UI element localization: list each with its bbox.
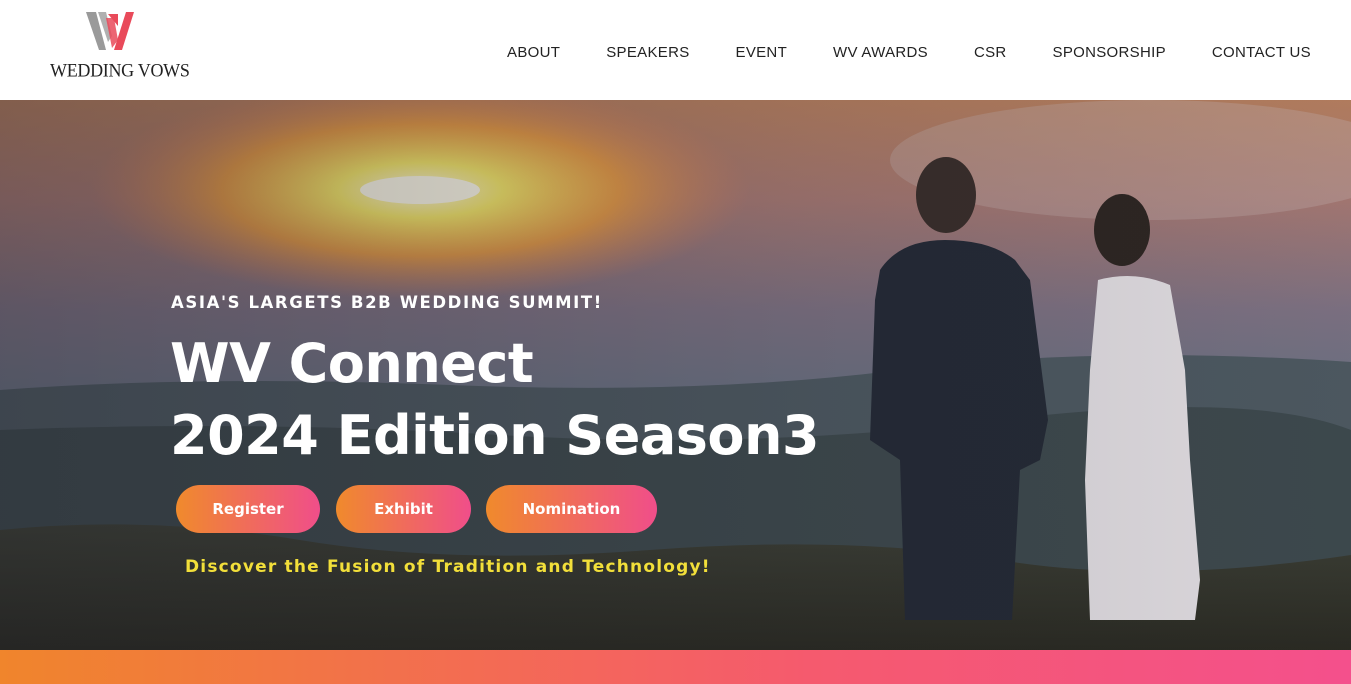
hero-tagline: Discover the Fusion of Tradition and Tec… [185, 557, 711, 577]
main-navigation: ABOUT SPEAKERS EVENT WV AWARDS CSR SPONS… [507, 44, 1311, 61]
exhibit-button[interactable]: Exhibit [336, 485, 471, 533]
logo-wordmark: WEDDING VOWS [50, 59, 190, 81]
wv-logo-mark-icon [86, 12, 134, 50]
hero-section: ASIA'S LARGETS B2B WEDDING SUMMIT! WV Co… [0, 100, 1351, 650]
nav-item-event[interactable]: EVENT [736, 44, 788, 61]
wedding-vows-logo[interactable]: WEDDING VOWS [48, 10, 190, 84]
hero-title-line-1: WV Connect [170, 332, 534, 395]
gradient-banner-strip [0, 650, 1351, 684]
nav-item-contact-us[interactable]: CONTACT US [1212, 44, 1311, 61]
nav-item-about[interactable]: ABOUT [507, 44, 560, 61]
site-header: WEDDING VOWS ABOUT SPEAKERS EVENT WV AWA… [0, 0, 1351, 100]
hero-title-line-2: 2024 Edition Season3 [170, 404, 820, 467]
register-button[interactable]: Register [176, 485, 320, 533]
nav-item-speakers[interactable]: SPEAKERS [606, 44, 689, 61]
nav-item-wv-awards[interactable]: WV AWARDS [833, 44, 928, 61]
nav-item-csr[interactable]: CSR [974, 44, 1007, 61]
nav-item-sponsorship[interactable]: SPONSORSHIP [1053, 44, 1166, 61]
hero-title: WV Connect 2024 Edition Season3 [170, 328, 820, 472]
hero-eyebrow: ASIA'S LARGETS B2B WEDDING SUMMIT! [171, 293, 603, 312]
nomination-button[interactable]: Nomination [486, 485, 657, 533]
